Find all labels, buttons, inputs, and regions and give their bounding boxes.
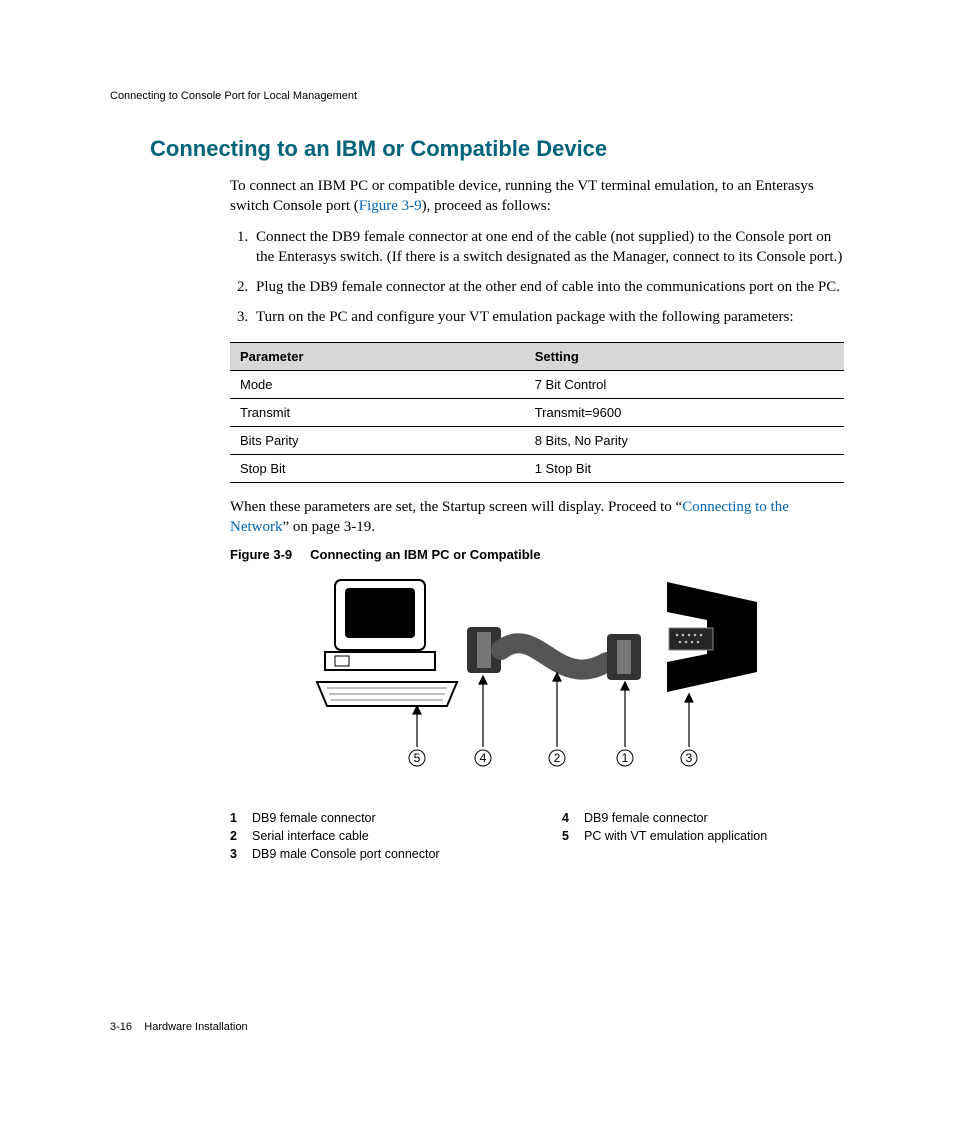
legend-num: 2: [230, 829, 244, 843]
legend-num: 1: [230, 811, 244, 825]
legend-num: 5: [562, 829, 576, 843]
step-1: Connect the DB9 female connector at one …: [252, 227, 844, 268]
legend-item: 3 DB9 male Console port connector: [230, 847, 512, 861]
legend-num: 3: [230, 847, 244, 861]
cell: 8 Bits, No Parity: [525, 426, 844, 454]
page-number: 3-16: [110, 1021, 132, 1033]
page-footer: 3-16 Hardware Installation: [110, 1021, 248, 1033]
legend-item: 4 DB9 female connector: [562, 811, 844, 825]
legend-text: DB9 female connector: [252, 811, 376, 825]
cell: Stop Bit: [230, 454, 525, 482]
after-pre: When these parameters are set, the Start…: [230, 499, 682, 515]
step-2: Plug the DB9 female connector at the oth…: [252, 277, 844, 297]
parameter-table: Parameter Setting Mode 7 Bit Control Tra…: [230, 342, 844, 483]
legend-text: DB9 female connector: [584, 811, 708, 825]
console-port-icon: [667, 582, 757, 692]
after-paragraph: When these parameters are set, the Start…: [230, 497, 844, 538]
callout-5: 5: [414, 751, 421, 765]
figure-illustration: 5 4 2 1 3: [307, 572, 767, 782]
pc-icon: [317, 580, 457, 706]
cell: Transmit=9600: [525, 398, 844, 426]
figure-label: Figure 3-9: [230, 547, 292, 562]
section-title: Connecting to an IBM or Compatible Devic…: [150, 136, 844, 162]
legend-col-left: 1 DB9 female connector 2 Serial interfac…: [230, 811, 512, 865]
cell: Bits Parity: [230, 426, 525, 454]
col-parameter: Parameter: [230, 342, 525, 370]
table-row: Mode 7 Bit Control: [230, 370, 844, 398]
figure-caption: Connecting an IBM PC or Compatible: [310, 547, 540, 562]
running-header: Connecting to Console Port for Local Man…: [110, 90, 844, 102]
intro-paragraph: To connect an IBM PC or compatible devic…: [230, 176, 844, 217]
figure-legend: 1 DB9 female connector 2 Serial interfac…: [230, 811, 844, 865]
cell: 7 Bit Control: [525, 370, 844, 398]
cell: 1 Stop Bit: [525, 454, 844, 482]
table-row: Transmit Transmit=9600: [230, 398, 844, 426]
cell: Mode: [230, 370, 525, 398]
db9-right-icon: [607, 634, 641, 680]
steps-list: Connect the DB9 female connector at one …: [230, 227, 844, 328]
step-3: Turn on the PC and configure your VT emu…: [252, 307, 844, 327]
cell: Transmit: [230, 398, 525, 426]
callout-4: 4: [480, 751, 487, 765]
legend-item: 1 DB9 female connector: [230, 811, 512, 825]
legend-text: PC with VT emulation application: [584, 829, 767, 843]
after-post: ” on page 3-19.: [283, 519, 375, 535]
callout-3: 3: [686, 751, 693, 765]
footer-section: Hardware Installation: [144, 1021, 247, 1033]
figure-link[interactable]: Figure 3-9: [359, 198, 422, 214]
legend-num: 4: [562, 811, 576, 825]
table-row: Bits Parity 8 Bits, No Parity: [230, 426, 844, 454]
callout-1: 1: [622, 751, 629, 765]
table-header-row: Parameter Setting: [230, 342, 844, 370]
callout-2: 2: [554, 751, 561, 765]
table-row: Stop Bit 1 Stop Bit: [230, 454, 844, 482]
legend-text: Serial interface cable: [252, 829, 369, 843]
legend-item: 2 Serial interface cable: [230, 829, 512, 843]
figure: 5 4 2 1 3: [230, 572, 844, 787]
legend-item: 5 PC with VT emulation application: [562, 829, 844, 843]
callout-labels: 5 4 2 1 3: [409, 750, 697, 766]
page: Connecting to Console Port for Local Man…: [0, 0, 954, 1123]
body-content: To connect an IBM PC or compatible devic…: [230, 176, 844, 865]
legend-col-right: 4 DB9 female connector 5 PC with VT emul…: [562, 811, 844, 865]
cable-icon: [501, 643, 607, 669]
legend-text: DB9 male Console port connector: [252, 847, 440, 861]
col-setting: Setting: [525, 342, 844, 370]
intro-post: ), proceed as follows:: [422, 198, 551, 214]
figure-title: Figure 3-9 Connecting an IBM PC or Compat…: [230, 547, 844, 562]
